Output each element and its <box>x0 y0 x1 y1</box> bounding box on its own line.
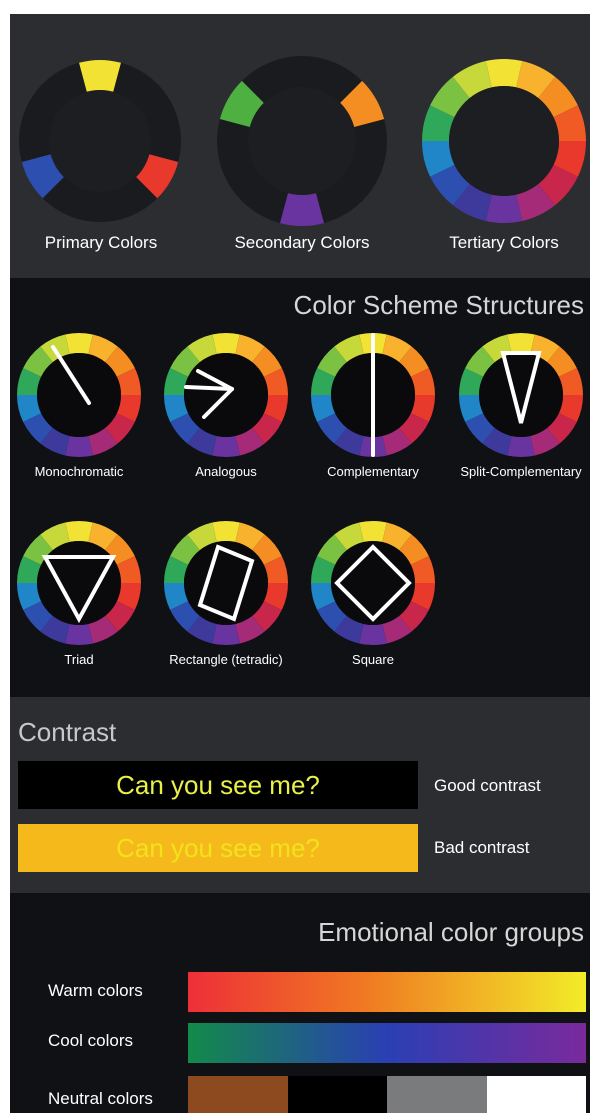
wheel-segment <box>65 521 93 543</box>
wheel-segment <box>359 623 387 645</box>
cool-colors-label: Cool colors <box>48 1031 134 1050</box>
wheel-segment <box>507 333 535 355</box>
complementary-label: Complementary <box>327 464 419 479</box>
bad-contrast-sample: Can you see me? <box>18 824 418 872</box>
tertiary-colors-label: Tertiary Colors <box>449 233 559 252</box>
neutral-color-swatch <box>287 1076 387 1113</box>
analogous-wheel <box>164 333 288 457</box>
contrast-section: Contrast Can you see me? Good contrast C… <box>10 697 590 893</box>
split-complementary-label: Split-Complementary <box>460 464 582 479</box>
wheel-segment <box>212 521 240 543</box>
rectangle-tetradic-label: Rectangle (tetradic) <box>169 652 283 667</box>
neutral-colors-label: Neutral colors <box>48 1089 153 1108</box>
good-contrast-sample: Can you see me? <box>18 761 418 809</box>
monochromatic-label: Monochromatic <box>34 464 124 479</box>
good-contrast-sample-text: Can you see me? <box>116 770 320 800</box>
contrast-title: Contrast <box>18 717 117 747</box>
tertiary-color-wheel <box>422 59 586 224</box>
bad-contrast-sample-text: Can you see me? <box>116 833 320 863</box>
wheel-hole <box>248 87 356 195</box>
warm-colors-label: Warm colors <box>48 981 143 1000</box>
wheel-segment <box>212 333 240 355</box>
bad-contrast-label: Bad contrast <box>434 838 530 857</box>
triad-label: Triad <box>64 652 94 667</box>
wheel-segment <box>65 333 93 355</box>
analogous-label: Analogous <box>195 464 257 479</box>
good-contrast-label: Good contrast <box>434 776 541 795</box>
neutral-color-swatch <box>486 1076 586 1113</box>
emotional-color-groups-section: Emotional color groups Warm colors Cool … <box>10 893 590 1113</box>
cool-colors-gradient <box>188 1023 586 1063</box>
emotional-color-groups-title: Emotional color groups <box>318 917 584 947</box>
square-label: Square <box>352 652 394 667</box>
wheel-hole <box>37 541 121 625</box>
wheel-segment <box>485 59 523 88</box>
square-wheel <box>311 521 435 645</box>
wheel-segment <box>359 521 387 543</box>
complementary-wheel <box>311 333 435 457</box>
color-wheels-section: Primary Colors Secondary Colors Tertiary… <box>10 14 590 278</box>
neutral-color-swatch <box>387 1076 487 1113</box>
wheel-hole <box>184 541 268 625</box>
warm-colors-gradient <box>188 972 586 1012</box>
wheel-hole <box>449 86 559 196</box>
wheel-hole <box>49 90 151 192</box>
wheel-segment <box>212 435 240 457</box>
triad-wheel <box>17 521 141 645</box>
neutral-colors-swatches <box>188 1076 586 1113</box>
secondary-color-wheel <box>217 56 387 227</box>
split-complementary-wheel <box>459 333 583 457</box>
neutral-color-swatch <box>188 1076 288 1113</box>
secondary-colors-label: Secondary Colors <box>234 233 370 252</box>
color-scheme-structures-section: Color Scheme Structures Monochromatic An… <box>10 278 590 697</box>
wheel-segment <box>212 623 240 645</box>
color-scheme-graphic <box>17 333 583 645</box>
wheel-segment <box>65 435 93 457</box>
primary-color-wheel <box>19 60 181 222</box>
rectangle-tetradic-wheel <box>164 521 288 645</box>
wheel-hole <box>331 541 415 625</box>
wheel-hole <box>479 353 563 437</box>
wheel-segment <box>485 194 523 224</box>
wheel-hole <box>37 353 121 437</box>
primary-colors-label: Primary Colors <box>44 233 158 252</box>
monochromatic-wheel <box>17 333 141 457</box>
wheel-segment <box>65 623 93 645</box>
wheel-segment <box>507 435 535 457</box>
